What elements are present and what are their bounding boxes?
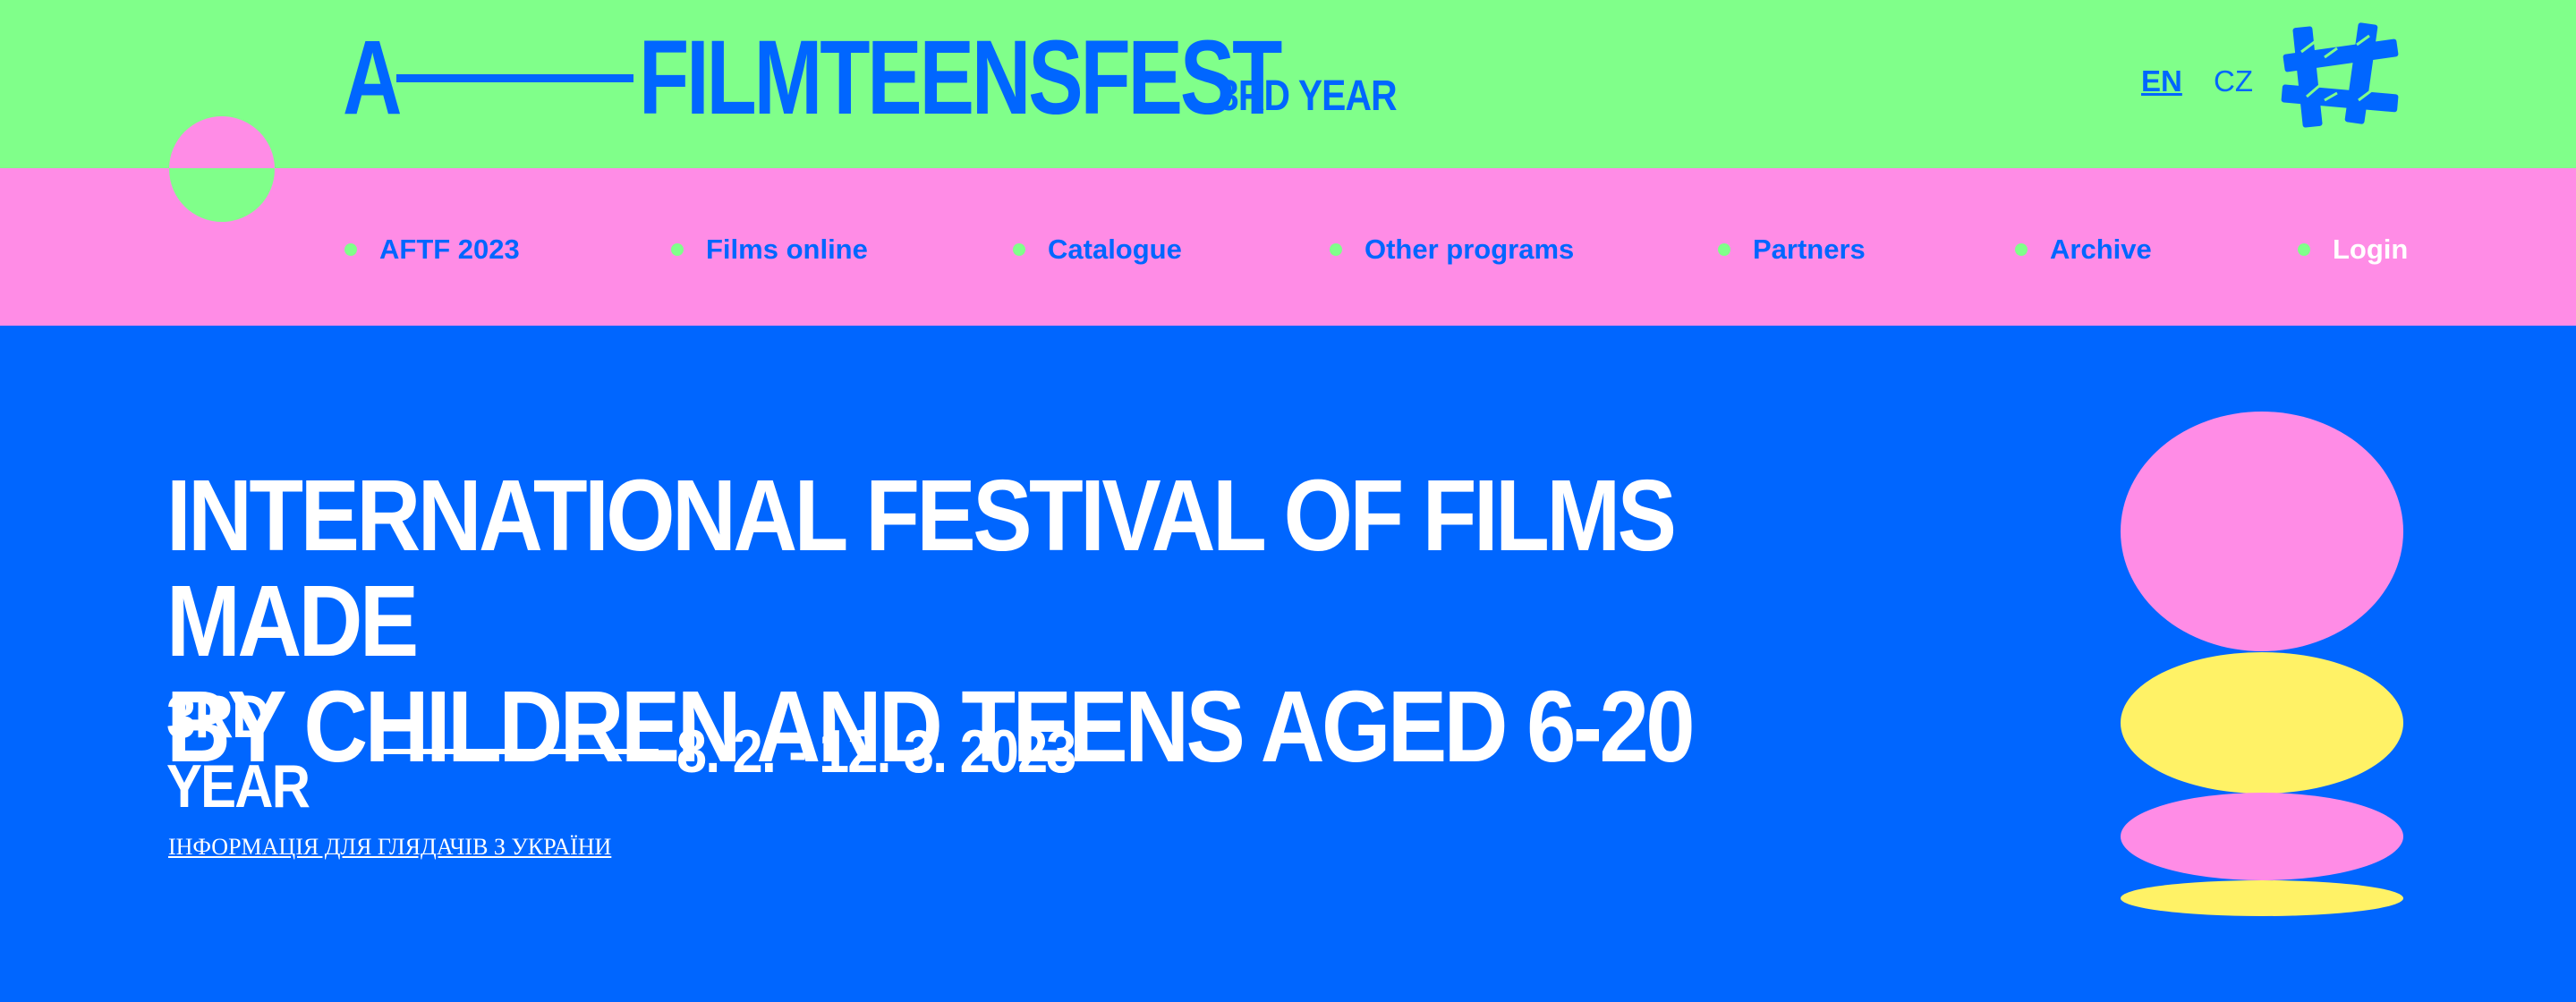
nav-item-label: Other programs bbox=[1365, 234, 1575, 265]
nav-item-label: Partners bbox=[1753, 234, 1866, 265]
nav-item-films-online[interactable]: Films online bbox=[671, 234, 868, 266]
hash-logo-icon[interactable] bbox=[2280, 21, 2402, 132]
edition-year-tag: 3RD YEAR bbox=[1219, 72, 1398, 120]
nav-item-archive[interactable]: Archive bbox=[2015, 234, 2152, 266]
site-logo[interactable]: A FILMTEENSFEST bbox=[343, 25, 1282, 131]
dot-icon bbox=[671, 243, 684, 256]
dot-icon bbox=[1013, 243, 1025, 256]
nav-item-label: Films online bbox=[706, 234, 868, 265]
logo-letter-a: A bbox=[343, 19, 402, 137]
hero-dates: 8. 2. - 12. 3. 2023 bbox=[676, 718, 1076, 785]
nav-item-label: Login bbox=[2333, 234, 2409, 265]
hero-headline-line-1: INTERNATIONAL FESTIVAL OF FILMS MADE bbox=[166, 459, 1677, 677]
nav-item-label: Archive bbox=[2050, 234, 2152, 265]
dot-icon bbox=[1330, 243, 1342, 256]
nav-item-aftf-2023[interactable]: AFTF 2023 bbox=[344, 234, 520, 266]
nav-item-login[interactable]: Login bbox=[2298, 234, 2408, 266]
ellipse-pink-large bbox=[2121, 412, 2403, 651]
half-circle-decoration bbox=[169, 116, 275, 222]
language-cz-link[interactable]: CZ bbox=[2214, 64, 2253, 98]
dot-icon bbox=[1718, 243, 1730, 256]
site-header: A FILMTEENSFEST 3RD YEAR EN CZ bbox=[0, 0, 2576, 168]
hero-divider-line bbox=[381, 749, 659, 754]
logo-wordmark: FILMTEENSFEST bbox=[639, 19, 1282, 137]
hero-subline: 3RD YEAR 8. 2. - 12. 3. 2023 bbox=[166, 683, 1119, 820]
nav-item-label: Catalogue bbox=[1048, 234, 1182, 265]
nav-item-partners[interactable]: Partners bbox=[1718, 234, 1866, 266]
hero-year: 3RD YEAR bbox=[166, 683, 310, 820]
ellipse-yellow-thin bbox=[2121, 880, 2403, 916]
stacked-ellipses-decoration bbox=[2121, 412, 2403, 916]
language-en-link[interactable]: EN bbox=[2141, 64, 2182, 98]
dot-icon bbox=[2015, 243, 2028, 256]
ellipse-pink-small bbox=[2121, 793, 2403, 880]
main-nav: AFTF 2023 Films online Catalogue Other p… bbox=[0, 168, 2576, 326]
ellipse-yellow-medium bbox=[2121, 652, 2403, 794]
logo-dash-line bbox=[396, 73, 633, 82]
nav-item-label: AFTF 2023 bbox=[379, 234, 520, 265]
dot-icon bbox=[344, 243, 357, 256]
nav-item-catalogue[interactable]: Catalogue bbox=[1013, 234, 1182, 266]
dot-icon bbox=[2298, 243, 2310, 256]
nav-item-other-programs[interactable]: Other programs bbox=[1330, 234, 1574, 266]
ukraine-info-link[interactable]: ІНФОРМАЦІЯ ДЛЯ ГЛЯДАЧІВ З УКРАЇНИ bbox=[168, 834, 611, 861]
